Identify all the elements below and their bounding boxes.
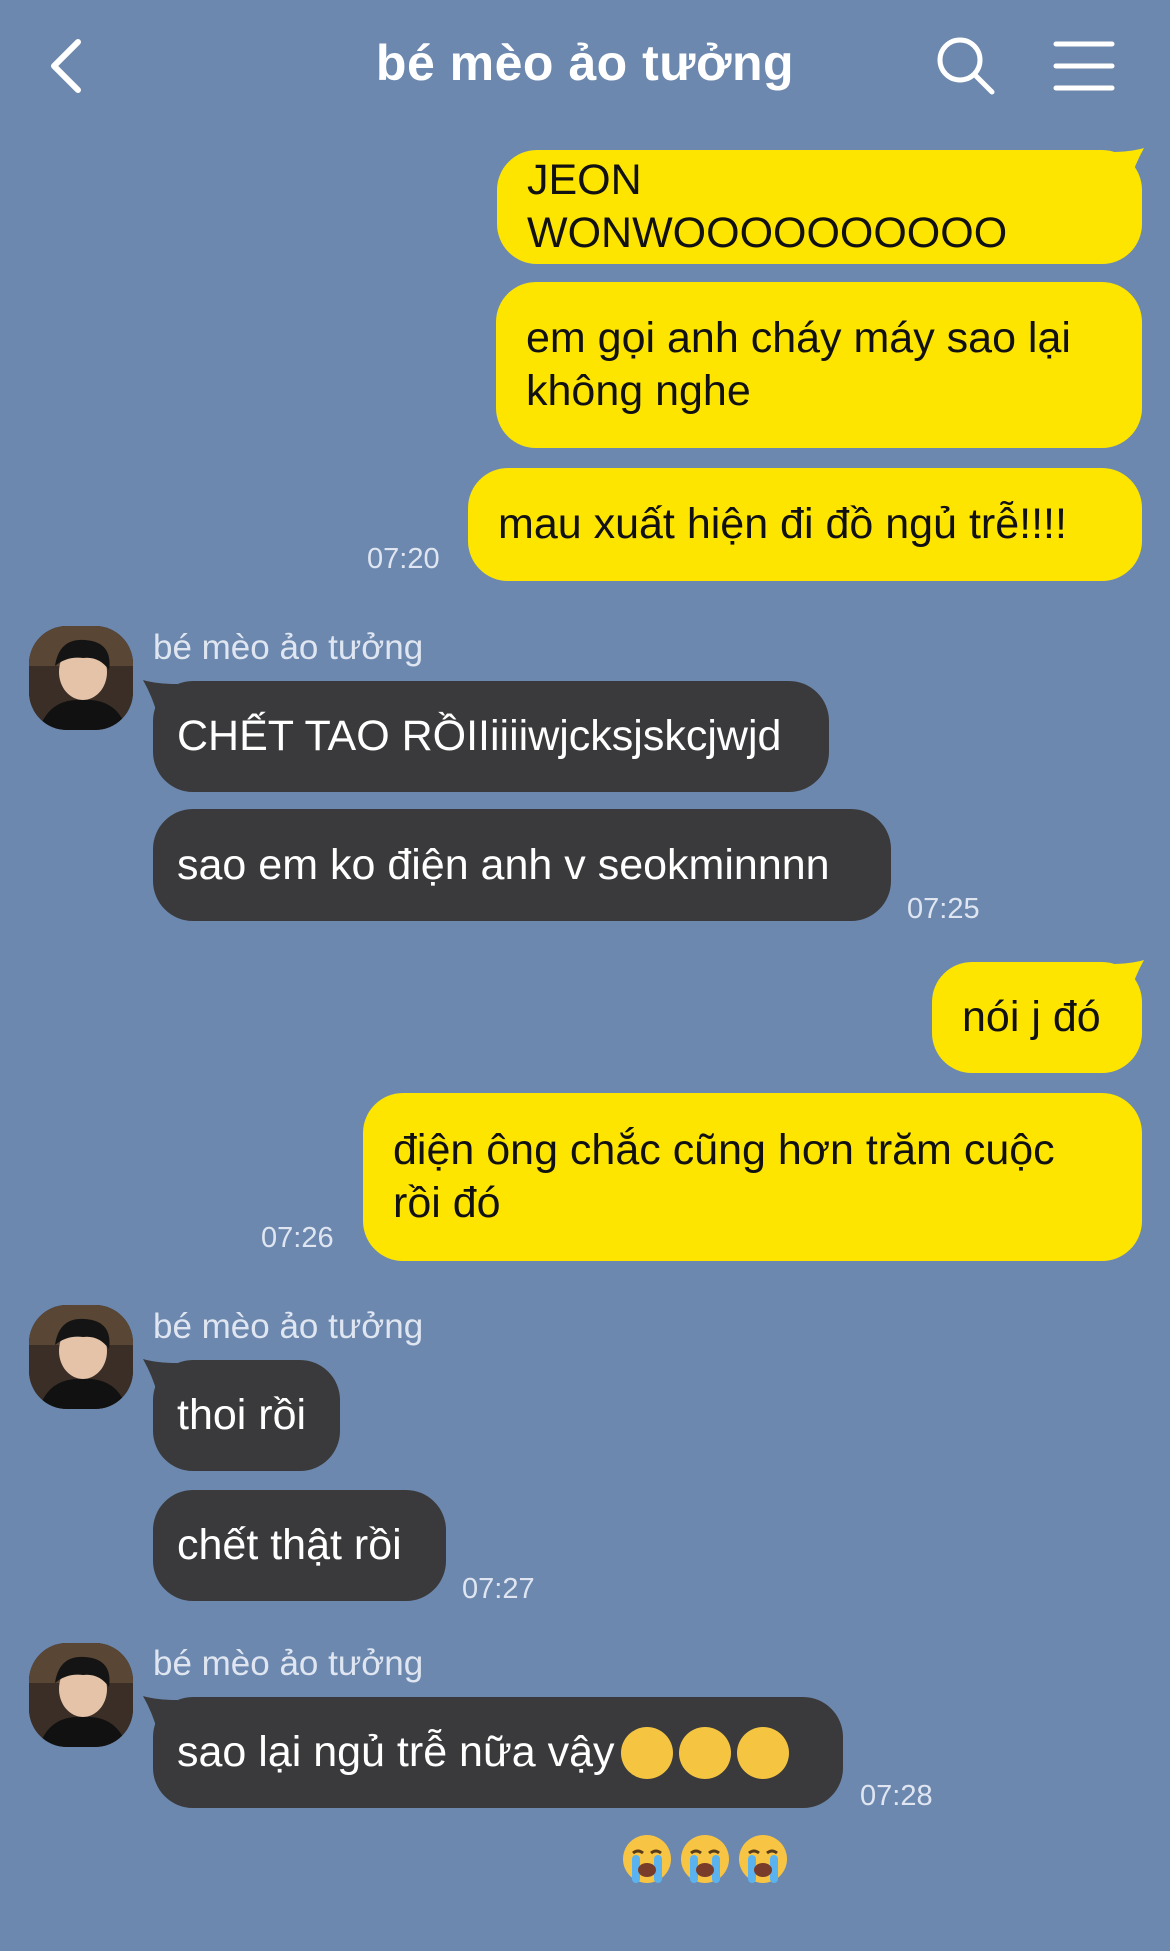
message-text: nói j đó xyxy=(962,993,1101,1041)
message-text: em gọi anh cháy máy sao lại không nghe xyxy=(526,314,1083,415)
message-bubble-incoming[interactable]: thoi rồi xyxy=(153,1360,340,1471)
search-button[interactable] xyxy=(934,34,998,98)
message-bubble-incoming[interactable]: sao em ko điện anh v seokminnnn xyxy=(153,809,891,921)
message-text: CHẾT TAO RỒIIiiiiwjcksjskcjwjd xyxy=(177,712,782,760)
message-bubble-incoming[interactable]: chết thật rồi xyxy=(153,1490,446,1601)
avatar-photo xyxy=(29,1305,133,1409)
chat-header: bé mèo ảo tưởng xyxy=(0,0,1170,130)
message-bubble-outgoing[interactable]: mau xuất hiện đi đồ ngủ trễ!!!! xyxy=(468,468,1142,581)
message-text: chết thật rồi xyxy=(177,1521,402,1569)
message-content: sao lại ngủ trễ nữa vậy xyxy=(177,1697,819,1883)
message-timestamp: 07:25 xyxy=(907,893,980,925)
message-text: điện ông chắc cũng hơn trăm cuộc rồi đó xyxy=(393,1126,1067,1227)
message-timestamp: 07:28 xyxy=(860,1780,933,1812)
sender-name: bé mèo ảo tưởng xyxy=(153,628,424,667)
loudly-crying-face-emoji xyxy=(620,1726,673,1883)
message-bubble-incoming[interactable]: sao lại ngủ trễ nữa vậy xyxy=(153,1697,843,1883)
message-text: sao lại ngủ trễ nữa vậy xyxy=(177,1728,615,1776)
message-text: sao em ko điện anh v seokminnnn xyxy=(177,840,830,889)
avatar[interactable] xyxy=(29,1643,133,1747)
message-text: thoi rồi xyxy=(177,1391,307,1439)
message-text: JEON WONWOOOOOOOOOO xyxy=(527,156,1008,257)
hamburger-menu-icon xyxy=(1053,41,1115,91)
message-bubble-outgoing[interactable]: JEON WONWOOOOOOOOOO xyxy=(497,150,1142,264)
message-timestamp: 07:20 xyxy=(367,543,440,575)
avatar-photo xyxy=(29,626,133,730)
message-bubble-outgoing[interactable]: nói j đó xyxy=(932,962,1142,1073)
message-text: mau xuất hiện đi đồ ngủ trễ!!!! xyxy=(498,500,1067,548)
search-icon xyxy=(937,37,995,95)
sender-name: bé mèo ảo tưởng xyxy=(153,1644,424,1683)
menu-button[interactable] xyxy=(1052,34,1116,98)
sender-name: bé mèo ảo tưởng xyxy=(153,1307,424,1346)
message-bubble-incoming[interactable]: CHẾT TAO RỒIIiiiiwjcksjskcjwjd xyxy=(153,681,829,792)
avatar[interactable] xyxy=(29,1305,133,1409)
avatar-photo xyxy=(29,1643,133,1747)
message-bubble-outgoing[interactable]: điện ông chắc cũng hơn trăm cuộc rồi đó xyxy=(363,1093,1142,1261)
message-timestamp: 07:27 xyxy=(462,1573,535,1605)
avatar[interactable] xyxy=(29,626,133,730)
message-timestamp: 07:26 xyxy=(261,1222,334,1254)
loudly-crying-face-emoji xyxy=(736,1726,789,1883)
loudly-crying-face-emoji xyxy=(678,1726,731,1883)
message-bubble-outgoing[interactable]: em gọi anh cháy máy sao lại không nghe xyxy=(496,282,1142,448)
